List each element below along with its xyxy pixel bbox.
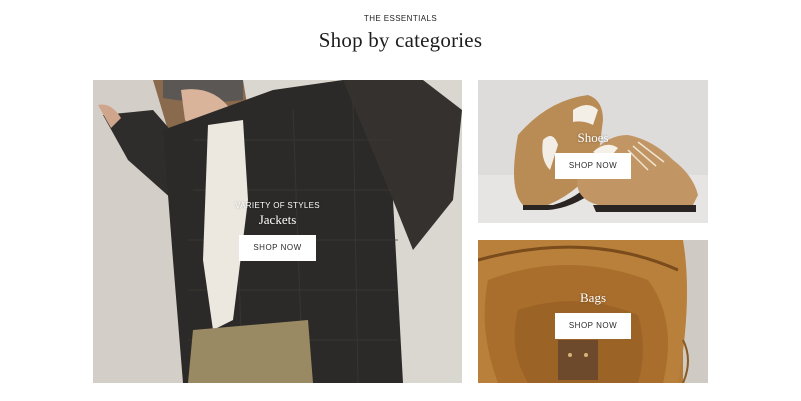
jackets-title: Jackets — [258, 212, 297, 227]
section-title: Shop by categories — [318, 28, 483, 52]
bags-shop-now-button[interactable]: SHOP NOW — [554, 313, 632, 339]
jackets-overlay: VARIETY OF STYLES Jackets SHOP NOW — [93, 201, 462, 261]
shoes-overlay: Shoes SHOP NOW — [478, 128, 708, 179]
category-tile-bags[interactable]: Bags SHOP NOW — [478, 240, 708, 383]
category-tile-shoes[interactable]: Shoes SHOP NOW — [478, 80, 708, 223]
jackets-kicker: VARIETY OF STYLES — [235, 201, 320, 210]
bags-overlay: Bags SHOP NOW — [478, 288, 708, 339]
shoes-title: Shoes — [577, 130, 609, 145]
category-tile-jackets[interactable]: VARIETY OF STYLES Jackets SHOP NOW — [93, 80, 462, 383]
bags-title: Bags — [580, 290, 606, 305]
shoes-shop-now-button[interactable]: SHOP NOW — [554, 153, 632, 179]
jackets-shop-now-button[interactable]: SHOP NOW — [239, 235, 316, 261]
section-eyebrow: THE ESSENTIALS — [363, 14, 438, 23]
